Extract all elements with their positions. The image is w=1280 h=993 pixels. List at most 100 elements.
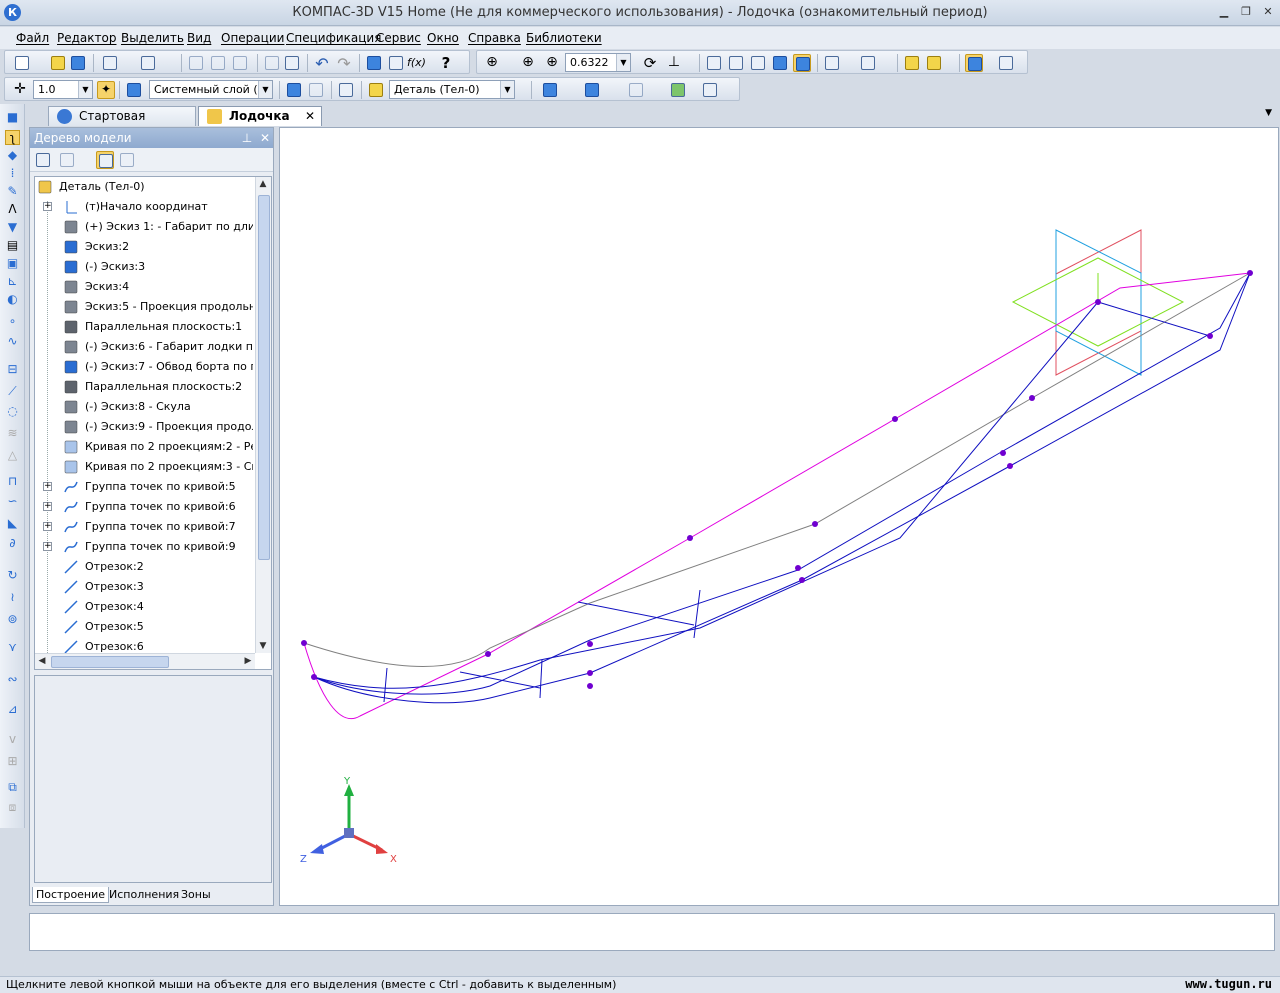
curve-point[interactable] bbox=[301, 640, 307, 646]
tree-item[interactable]: Эскиз:5 - Проекция продольного bbox=[35, 297, 253, 317]
shaded-edges-icon[interactable] bbox=[793, 54, 811, 72]
filter-tool-icon[interactable]: ▼ bbox=[5, 220, 20, 235]
spline-tool-icon[interactable]: ✎ bbox=[5, 184, 20, 199]
zoom-window-icon[interactable]: ⊕ bbox=[483, 54, 501, 72]
curve-point[interactable] bbox=[587, 670, 593, 676]
open-tool-icon[interactable]: ⊟ bbox=[5, 362, 20, 377]
tab-versions[interactable]: Исполнения bbox=[106, 887, 182, 903]
fill-icon[interactable]: ◣ bbox=[5, 516, 20, 531]
tree-filter-icon[interactable] bbox=[58, 151, 76, 169]
close-tab-icon[interactable]: ✕ bbox=[305, 107, 315, 125]
menu-view[interactable]: Вид bbox=[187, 31, 211, 45]
tree-structure-icon[interactable] bbox=[34, 151, 52, 169]
offset-curve-icon[interactable]: ∾ bbox=[5, 672, 20, 687]
projection-icon[interactable]: ⊚ bbox=[5, 612, 20, 627]
print-icon[interactable] bbox=[101, 54, 119, 72]
wave-icon[interactable]: ≀ bbox=[5, 590, 20, 605]
expand-icon[interactable]: + bbox=[43, 522, 52, 531]
array-icon[interactable]: ⧈ bbox=[5, 800, 20, 815]
copy-tool-icon[interactable]: ⧉ bbox=[5, 780, 20, 795]
tree-item[interactable]: + (т)Начало координат bbox=[35, 197, 253, 217]
hidden-lines-icon[interactable] bbox=[727, 54, 745, 72]
measure-icon[interactable]: ⊾ bbox=[5, 274, 20, 289]
scroll-up-icon[interactable]: ▲ bbox=[256, 177, 270, 191]
color-icon[interactable] bbox=[583, 81, 601, 99]
snap-icon[interactable]: ✦ bbox=[97, 81, 115, 99]
sketch-tool-icon[interactable]: ʅ bbox=[5, 130, 20, 145]
zoom-icon[interactable]: ⊕ bbox=[543, 54, 561, 72]
tab-construction[interactable]: Построение bbox=[32, 887, 110, 903]
curve-tool-icon[interactable]: ∿ bbox=[5, 334, 20, 349]
curve-point[interactable] bbox=[311, 674, 317, 680]
tab-lodochka[interactable]: Лодочка ✕ bbox=[198, 106, 322, 126]
horizontal-scrollbar[interactable]: ◀ ▶ bbox=[35, 653, 255, 669]
tree-view-icon[interactable] bbox=[96, 151, 114, 169]
sketch-mode-icon[interactable] bbox=[285, 81, 303, 99]
menu-select[interactable]: Выделить bbox=[121, 31, 184, 45]
preview-icon[interactable] bbox=[139, 54, 157, 72]
curve-point[interactable] bbox=[587, 641, 593, 647]
arc-tool-icon[interactable]: ◌ bbox=[5, 404, 20, 419]
save-icon[interactable] bbox=[69, 54, 87, 72]
curve-point[interactable] bbox=[485, 651, 491, 657]
tab-list-chevron-icon[interactable]: ▼ bbox=[1265, 108, 1272, 118]
tree-item[interactable]: + Группа точек по кривой:7 bbox=[35, 517, 253, 537]
help-pointer-icon[interactable]: ? bbox=[437, 54, 455, 72]
magenta-curve[interactable] bbox=[303, 272, 1251, 719]
helix-icon[interactable]: ≋ bbox=[5, 426, 20, 441]
tree-item[interactable]: Эскиз:2 bbox=[35, 237, 253, 257]
curve-point[interactable] bbox=[1247, 270, 1253, 276]
part-combo[interactable]: Деталь (Тел-0) ▼ bbox=[389, 80, 515, 99]
chevron-down-icon[interactable]: ▼ bbox=[500, 81, 514, 98]
shaded-icon[interactable] bbox=[771, 54, 789, 72]
tree-item[interactable]: Кривая по 2 проекциям:2 - Редан bbox=[35, 437, 253, 457]
model-viewport[interactable]: Y X Z bbox=[279, 127, 1279, 906]
minimize-button[interactable]: ▁ bbox=[1216, 5, 1232, 19]
thin-lines-icon[interactable] bbox=[749, 54, 767, 72]
dimensions-icon[interactable] bbox=[701, 81, 719, 99]
fx-icon[interactable]: f(x) bbox=[407, 54, 426, 72]
toolbar-options-icon[interactable] bbox=[997, 54, 1015, 72]
parts-icon[interactable] bbox=[367, 81, 385, 99]
tree-list-icon[interactable] bbox=[118, 151, 136, 169]
command-bar[interactable] bbox=[29, 913, 1275, 951]
curve-point[interactable] bbox=[587, 683, 593, 689]
tree-item[interactable]: Деталь (Тел-0) bbox=[35, 177, 227, 197]
tree-item[interactable]: Отрезок:4 bbox=[35, 597, 253, 617]
menu-service[interactable]: Сервис bbox=[376, 31, 421, 45]
curve-point[interactable] bbox=[795, 565, 801, 571]
layers-icon[interactable] bbox=[125, 81, 143, 99]
manager-icon[interactable] bbox=[365, 54, 383, 72]
library-manager-icon[interactable] bbox=[283, 54, 301, 72]
tree-item[interactable]: + Группа точек по кривой:6 bbox=[35, 497, 253, 517]
surface-icon[interactable]: ◐ bbox=[5, 292, 20, 307]
blue-curve-upper[interactable] bbox=[313, 272, 1251, 695]
pin-icon[interactable]: ⊥ bbox=[240, 128, 254, 148]
trim-icon[interactable]: ⊿ bbox=[5, 702, 20, 717]
variables-icon[interactable] bbox=[387, 54, 405, 72]
points-tool-icon[interactable]: ⁞ bbox=[5, 166, 20, 181]
house-icon[interactable] bbox=[925, 54, 943, 72]
cube-icon[interactable]: ■ bbox=[5, 110, 20, 125]
tree-item[interactable]: (-) Эскиз:8 - Скула bbox=[35, 397, 253, 417]
rotate-tool-icon[interactable]: ↻ bbox=[5, 568, 20, 583]
close-panel-icon[interactable]: ✕ bbox=[258, 128, 272, 148]
tree-item[interactable]: Кривая по 2 проекциям:3 - Скула bbox=[35, 457, 253, 477]
mesh-icon[interactable]: ⊞ bbox=[5, 754, 20, 769]
zoom-fit-icon[interactable]: ⊕ bbox=[519, 54, 537, 72]
gray-curve[interactable] bbox=[303, 272, 1251, 667]
select-mode-icon[interactable] bbox=[965, 54, 983, 72]
scroll-thumb[interactable] bbox=[258, 195, 270, 560]
tree-item[interactable]: (-) Эскиз:6 - Габарит лодки по ш bbox=[35, 337, 253, 357]
curve-point[interactable] bbox=[1007, 463, 1013, 469]
chevron-down-icon[interactable]: ▼ bbox=[616, 54, 630, 71]
zoom-combo[interactable]: 0.6322 ▼ bbox=[565, 53, 631, 72]
report-icon[interactable]: ▣ bbox=[5, 256, 20, 271]
tree-item[interactable]: Параллельная плоскость:1 bbox=[35, 317, 253, 337]
rotate-icon[interactable]: ⟳ bbox=[641, 54, 659, 72]
cube-yellow-icon[interactable] bbox=[903, 54, 921, 72]
function-curve-icon[interactable]: ∂ bbox=[5, 536, 20, 551]
tree-item[interactable]: Параллельная плоскость:2 bbox=[35, 377, 253, 397]
curve-point[interactable] bbox=[812, 521, 818, 527]
curve-point[interactable] bbox=[1095, 299, 1101, 305]
